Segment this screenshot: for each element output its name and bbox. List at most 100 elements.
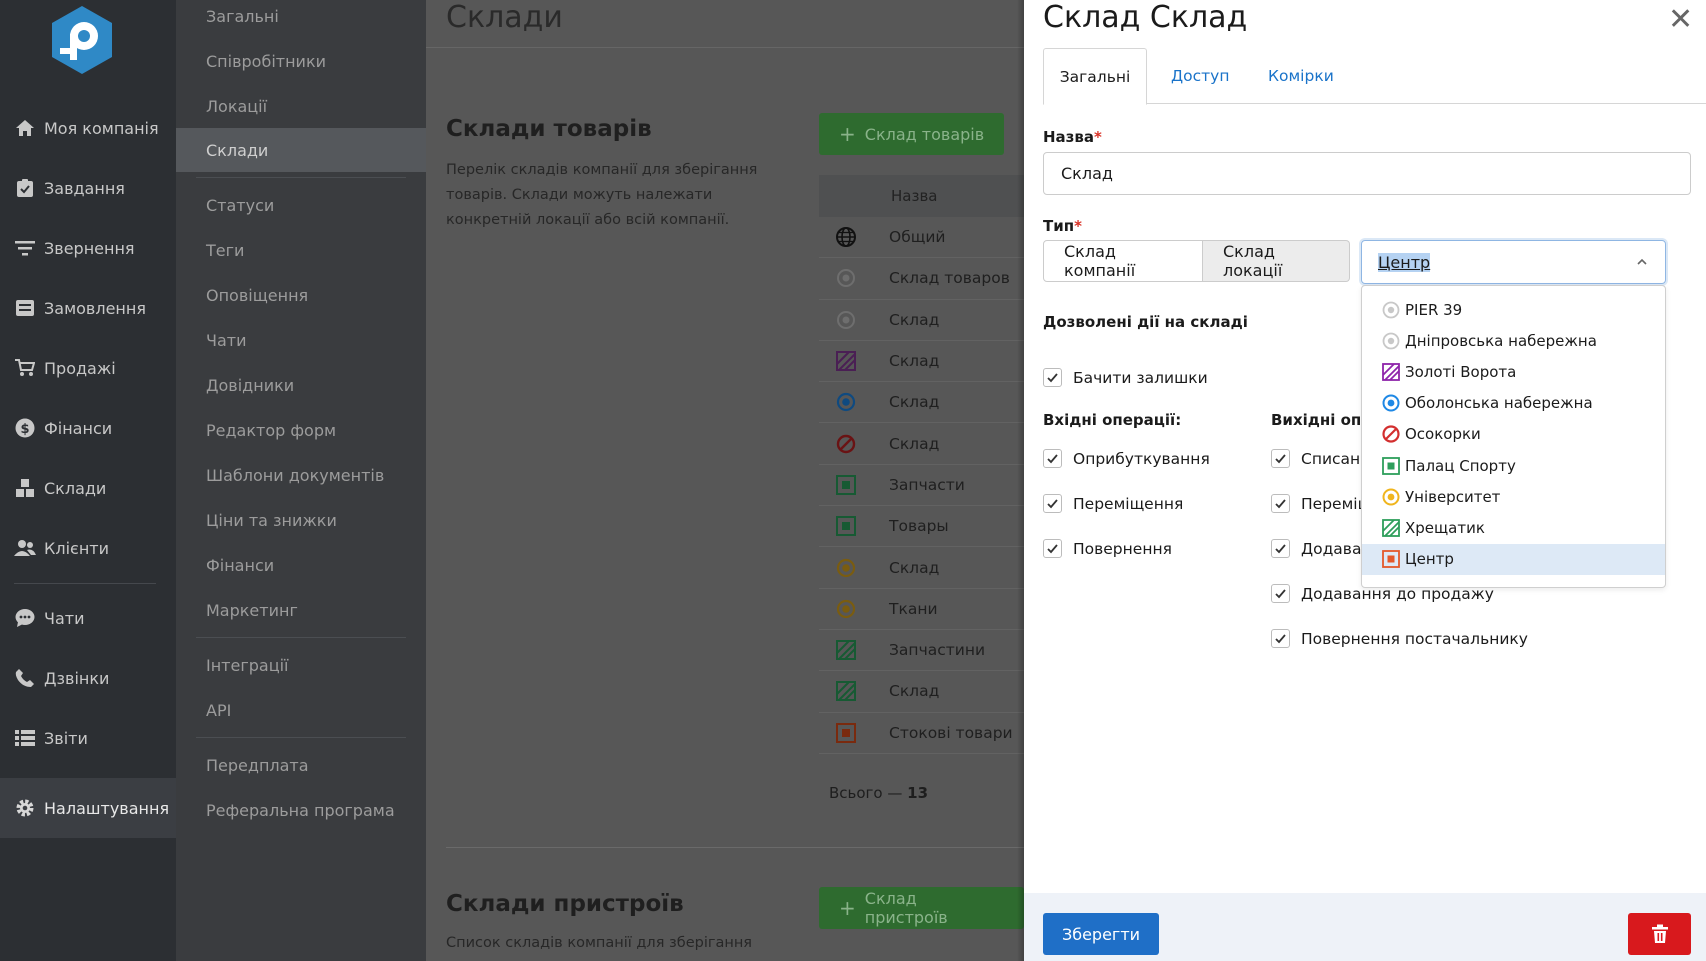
location-dropdown-menu: PIER 39 Дніпровська набережна Золоті Вор… bbox=[1361, 285, 1666, 588]
submenu-label: Загальні bbox=[206, 6, 279, 26]
submenu-item-employees[interactable]: Співробітники bbox=[176, 39, 426, 83]
goods-section-description: Перелік складів компанії для зберігання … bbox=[446, 162, 758, 228]
name-input[interactable]: Склад bbox=[1043, 152, 1691, 195]
add-goods-warehouse-button[interactable]: + Склад товарів bbox=[819, 113, 1005, 155]
outgoing-add-checkbox[interactable]: Додаван bbox=[1271, 539, 1372, 558]
dropdown-option[interactable]: Хрещатик bbox=[1362, 512, 1665, 543]
submenu-item-warehouses[interactable]: Склади bbox=[176, 128, 426, 172]
nav-reports[interactable]: Звіти bbox=[0, 716, 176, 760]
tab-cells[interactable]: Комірки bbox=[1268, 48, 1334, 104]
add-devices-warehouse-button[interactable]: + Склад пристроїв bbox=[819, 887, 1024, 929]
checkmark-icon bbox=[1271, 494, 1290, 513]
outgoing-transfer-checkbox[interactable]: Переміщ bbox=[1271, 494, 1372, 513]
table-row[interactable]: Склад bbox=[819, 300, 1024, 341]
submenu-item-api[interactable]: API bbox=[176, 688, 426, 732]
incoming-transfer-checkbox[interactable]: Переміщення bbox=[1043, 494, 1183, 513]
grey-circle-icon bbox=[1381, 300, 1401, 320]
tab-general[interactable]: Загальні bbox=[1043, 48, 1147, 105]
table-row[interactable]: Товары bbox=[819, 506, 1024, 548]
table-row[interactable]: Склад bbox=[819, 547, 1024, 589]
dropdown-option[interactable]: Осокорки bbox=[1362, 419, 1665, 450]
submenu-label: Реферальна програма bbox=[206, 800, 395, 820]
checkmark-icon bbox=[1043, 494, 1062, 513]
checkbox-label: Переміщення bbox=[1073, 494, 1184, 513]
submenu-item-referral[interactable]: Реферальна програма bbox=[176, 788, 426, 832]
nav-chats[interactable]: Чати bbox=[0, 596, 176, 640]
table-row[interactable]: Склад товаров bbox=[819, 258, 1024, 300]
type-company-warehouse-button[interactable]: Склад компанії bbox=[1043, 240, 1203, 282]
type-location-warehouse-button[interactable]: Склад локації bbox=[1203, 240, 1350, 282]
submenu-item-form-editor[interactable]: Редактор форм bbox=[176, 408, 426, 452]
nav-calls[interactable]: Дзвінки bbox=[0, 656, 176, 700]
purple-stripes-icon bbox=[835, 350, 857, 372]
table-row[interactable]: Склад bbox=[819, 341, 1024, 383]
nav-tasks[interactable]: Завдання bbox=[0, 166, 176, 210]
submenu-item-statuses[interactable]: Статуси bbox=[176, 183, 426, 227]
table-row[interactable]: Запчастини bbox=[819, 630, 1024, 672]
table-row[interactable]: Общий bbox=[819, 217, 1024, 259]
submenu-item-marketing[interactable]: Маркетинг bbox=[176, 588, 426, 632]
dropdown-option[interactable]: Палац Спорту bbox=[1362, 450, 1665, 481]
dropdown-option-selected[interactable]: Центр bbox=[1362, 543, 1665, 575]
close-icon[interactable]: ✕ bbox=[1668, 2, 1693, 37]
submenu-item-notifications[interactable]: Оповіщення bbox=[176, 273, 426, 317]
dropdown-option[interactable]: Університет bbox=[1362, 481, 1665, 512]
nav-finance[interactable]: $ Фінанси bbox=[0, 406, 176, 450]
table-row[interactable]: Склад bbox=[819, 382, 1024, 424]
nav-requests[interactable]: Звернення bbox=[0, 226, 176, 270]
incoming-return-checkbox[interactable]: Повернення bbox=[1043, 539, 1172, 558]
plus-icon: + bbox=[839, 896, 856, 920]
dropdown-option[interactable]: Золоті Ворота bbox=[1362, 356, 1665, 387]
tab-access[interactable]: Доступ bbox=[1171, 48, 1229, 104]
submenu-label: Співробітники bbox=[206, 51, 327, 71]
nav-my-company[interactable]: Моя компанія bbox=[0, 106, 176, 150]
nav-warehouses[interactable]: Склади bbox=[0, 466, 176, 510]
submenu-item-tags[interactable]: Теги bbox=[176, 228, 426, 272]
yellow-circle-icon bbox=[835, 598, 857, 620]
submenu-item-doc-templates[interactable]: Шаблони документів bbox=[176, 453, 426, 497]
table-row[interactable]: Склад bbox=[819, 423, 1024, 465]
submenu-item-locations[interactable]: Локації bbox=[176, 84, 426, 128]
see-stock-checkbox[interactable]: Бачити залишки bbox=[1043, 368, 1208, 387]
save-button[interactable]: Зберегти bbox=[1043, 913, 1159, 955]
total-label: Всього — bbox=[829, 784, 903, 802]
table-row[interactable]: Стокові товари bbox=[819, 713, 1024, 754]
nav-clients[interactable]: Клієнти bbox=[0, 526, 176, 570]
outgoing-return-to-supplier-checkbox[interactable]: Повернення постачальнику bbox=[1271, 629, 1528, 648]
nav-settings[interactable]: Налаштування bbox=[0, 778, 176, 838]
incoming-receipt-checkbox[interactable]: Оприбуткування bbox=[1043, 449, 1210, 468]
submenu-item-chats[interactable]: Чати bbox=[176, 318, 426, 362]
app-logo-icon[interactable] bbox=[46, 4, 118, 76]
submenu-item-subscription[interactable]: Передплата bbox=[176, 743, 426, 787]
table-row[interactable]: Ткани bbox=[819, 589, 1024, 630]
checkbox-label: Оприбуткування bbox=[1073, 449, 1210, 468]
submenu-item-prices[interactable]: Ціни та знижки bbox=[176, 498, 426, 542]
delete-button[interactable] bbox=[1628, 913, 1691, 955]
location-select[interactable]: Центр bbox=[1361, 240, 1666, 284]
plus-icon: + bbox=[839, 122, 856, 146]
globe-icon bbox=[835, 226, 857, 248]
submenu-item-directories[interactable]: Довідники bbox=[176, 363, 426, 407]
required-asterisk: * bbox=[1094, 128, 1102, 146]
nav-sales[interactable]: Продажі bbox=[0, 346, 176, 390]
outgoing-writeoff-checkbox[interactable]: Списанн bbox=[1271, 449, 1370, 468]
submenu-label: Оповіщення bbox=[206, 285, 309, 305]
dropdown-option[interactable]: Дніпровська набережна bbox=[1362, 325, 1665, 356]
submenu-item-integrations[interactable]: Інтеграції bbox=[176, 643, 426, 687]
submenu-item-general[interactable]: Загальні bbox=[176, 0, 426, 38]
green-square-icon bbox=[835, 474, 857, 496]
dropdown-option[interactable]: PIER 39 bbox=[1362, 294, 1665, 325]
submenu-label: Склади bbox=[206, 140, 269, 160]
settings-submenu: Загальні Співробітники Локації Склади Ст… bbox=[176, 0, 426, 961]
warehouses-table: Назва Общий Склад товаров Склад Склад Ск… bbox=[819, 175, 1024, 754]
dropdown-option[interactable]: Оболонська набережна bbox=[1362, 388, 1665, 419]
table-row[interactable]: Запчасти bbox=[819, 465, 1024, 507]
cart-icon bbox=[14, 357, 36, 379]
green-square-icon bbox=[835, 515, 857, 537]
submenu-label: Маркетинг bbox=[206, 600, 298, 620]
submenu-item-finance[interactable]: Фінанси bbox=[176, 543, 426, 587]
nav-orders[interactable]: Замовлення bbox=[0, 286, 176, 330]
table-row[interactable]: Склад bbox=[819, 671, 1024, 713]
nav-label: Завдання bbox=[44, 178, 125, 198]
checkmark-icon bbox=[1043, 368, 1062, 387]
